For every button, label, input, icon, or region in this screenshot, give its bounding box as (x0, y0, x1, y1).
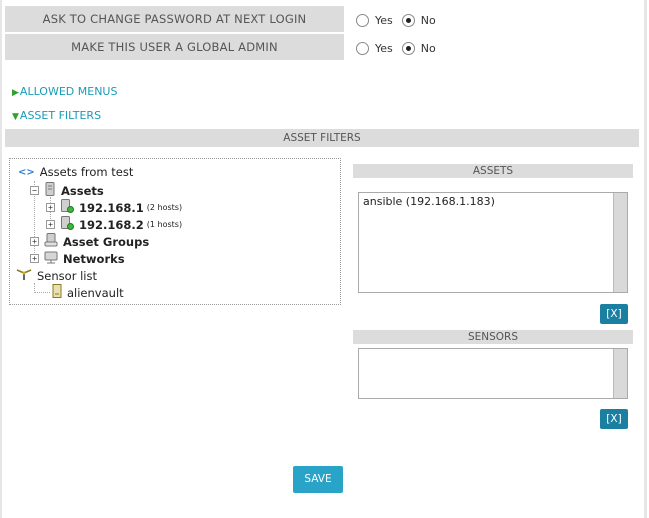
expand-toggle-icon[interactable]: + (46, 220, 55, 229)
host-group-count: (1 hosts) (146, 220, 183, 229)
collapse-toggle-icon[interactable]: − (30, 186, 39, 195)
left-border (0, 0, 2, 518)
allowed-menus-label: ALLOWED MENUS (19, 85, 118, 98)
tree-item-sensor[interactable]: alienvault (52, 284, 124, 301)
sensors-scrollbar[interactable] (613, 349, 627, 398)
assets-scrollbar[interactable] (613, 193, 627, 292)
tree-item-asset-groups[interactable]: + Asset Groups (30, 233, 149, 250)
change-password-label: ASK TO CHANGE PASSWORD AT NEXT LOGIN (5, 6, 344, 32)
no-label: No (420, 13, 436, 27)
sensors-panel-title: SENSORS (353, 330, 633, 344)
tree-assets-label: Assets (61, 183, 104, 198)
assets-panel-title: ASSETS (353, 164, 633, 178)
server-icon (44, 182, 56, 199)
host-group-icon (60, 216, 74, 233)
yes-label: Yes (375, 13, 393, 27)
tree-root-icon: <> (18, 166, 35, 178)
host-group-icon (60, 199, 74, 216)
sensor-device-icon (52, 284, 62, 301)
tree-item-sensor-list[interactable]: Sensor list (16, 267, 97, 284)
tree-sensor-label: alienvault (67, 285, 124, 300)
tree-networks-label: Networks (63, 251, 125, 266)
host-group-name: 192.168.1 (79, 200, 144, 215)
host-group-count: (2 hosts) (146, 203, 183, 212)
tree-item-assets[interactable]: − Assets (30, 182, 104, 199)
save-button[interactable]: SAVE (293, 466, 343, 493)
host-group-name: 192.168.2 (79, 217, 144, 232)
tree-item-host-group-2[interactable]: + 192.168.2 (1 hosts) (46, 216, 182, 233)
global-admin-label: MAKE THIS USER A GLOBAL ADMIN (5, 34, 344, 60)
change-password-yes-radio[interactable] (356, 13, 369, 27)
expand-toggle-icon[interactable]: + (46, 203, 55, 212)
expand-toggle-icon[interactable]: + (30, 254, 39, 263)
sensor-antenna-icon (16, 267, 32, 284)
no-label: No (420, 41, 436, 55)
allowed-menus-toggle[interactable]: ▶ALLOWED MENUS (12, 85, 117, 98)
global-admin-no-radio[interactable] (401, 41, 415, 55)
assets-listbox[interactable]: ansible (192.168.1.183) (358, 192, 628, 293)
tree-asset-groups-label: Asset Groups (63, 234, 150, 249)
asset-tree: <> Assets from test − Assets + 192.168.1… (9, 158, 341, 305)
change-password-radio-group: Yes No (356, 7, 445, 33)
sensors-listbox[interactable] (358, 348, 628, 399)
remove-assets-button[interactable]: [X] (600, 304, 628, 324)
yes-label: Yes (375, 41, 393, 55)
expand-arrow-icon: ▶ (12, 88, 19, 98)
asset-filters-toggle[interactable]: ▼ASSET FILTERS (12, 109, 101, 122)
tree-item-networks[interactable]: + Networks (30, 250, 125, 267)
network-icon (44, 250, 58, 267)
global-admin-radio-group: Yes No (356, 35, 445, 61)
assets-list-item[interactable]: ansible (192.168.1.183) (363, 195, 495, 208)
expand-toggle-icon[interactable]: + (30, 237, 39, 246)
tree-root[interactable]: <> Assets from test (18, 165, 133, 179)
tree-root-label: Assets from test (39, 165, 134, 179)
right-border (644, 0, 647, 518)
asset-filters-label: ASSET FILTERS (19, 109, 102, 122)
asset-filters-header: ASSET FILTERS (5, 129, 639, 147)
tree-sensor-list-label: Sensor list (37, 268, 97, 283)
global-admin-yes-radio[interactable] (356, 41, 369, 55)
tree-item-host-group-1[interactable]: + 192.168.1 (2 hosts) (46, 199, 182, 216)
remove-sensors-button[interactable]: [X] (600, 409, 628, 429)
change-password-no-radio[interactable] (401, 13, 415, 27)
asset-group-icon (44, 233, 58, 250)
collapse-arrow-icon: ▼ (12, 112, 19, 122)
